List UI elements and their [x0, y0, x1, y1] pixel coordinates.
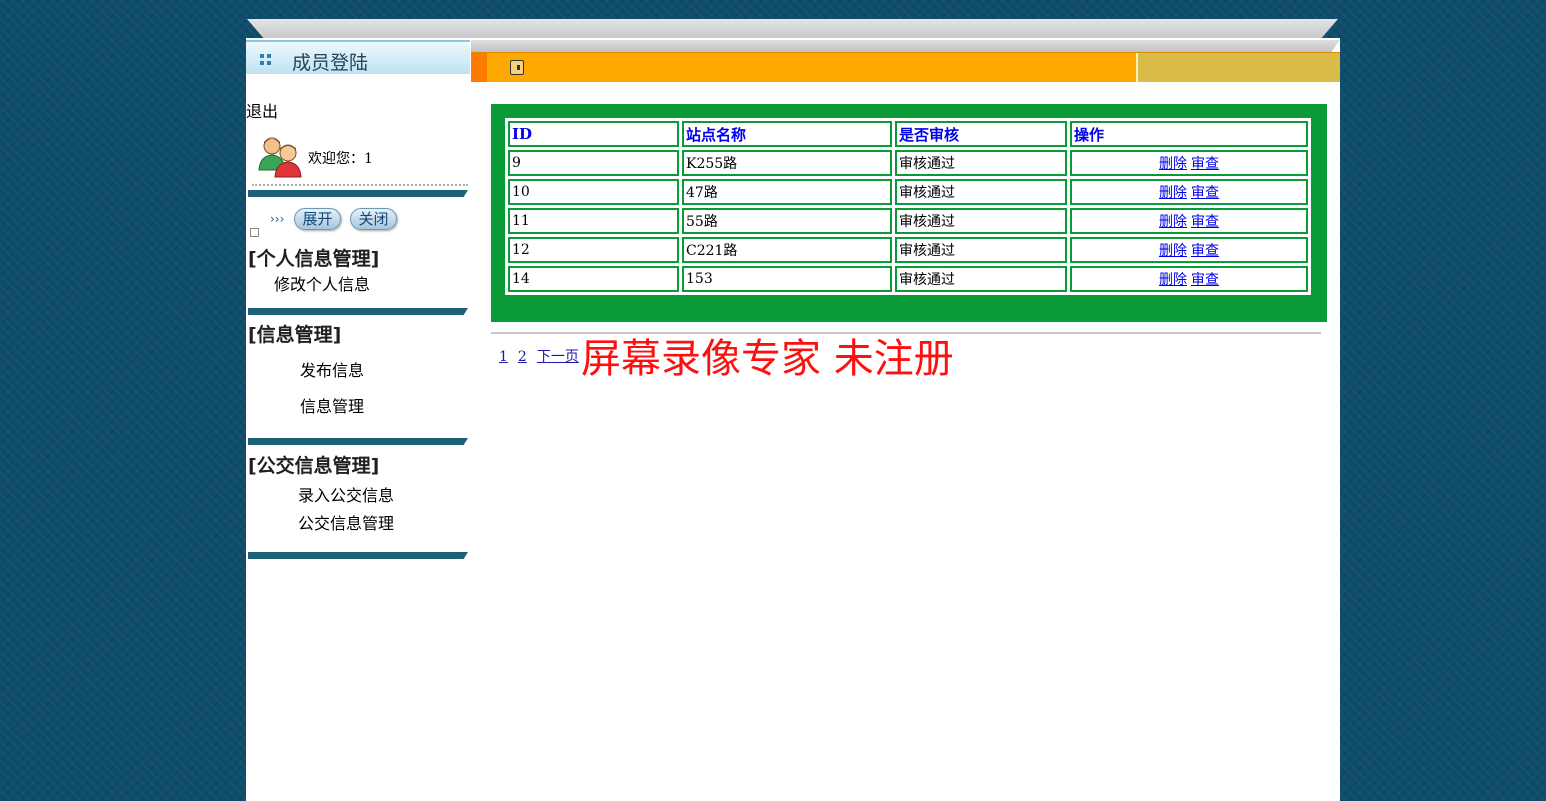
main-bevel-bar [471, 40, 1340, 52]
section-title-bus[interactable]: [公交信息管理] [248, 451, 379, 478]
section-separator [248, 438, 468, 445]
toolbar-segment [1136, 53, 1340, 82]
delete-link[interactable]: 删除 [1159, 243, 1187, 259]
login-header: 成员登陆 [246, 40, 470, 74]
cell-actions: 删除 审查 [1070, 237, 1308, 263]
delete-link[interactable]: 删除 [1159, 156, 1187, 172]
column-header-actions: 操作 [1070, 121, 1308, 147]
cell-name: C221路 [682, 237, 892, 263]
section-separator [248, 308, 468, 315]
watermark-text: 屏幕录像专家 未注册 [581, 336, 954, 382]
table-header-row: ID 站点名称 是否审核 操作 [508, 121, 1308, 147]
menu-item-info-manage[interactable]: 信息管理 [300, 393, 364, 417]
page-link-2[interactable]: 2 [518, 349, 527, 365]
review-link[interactable]: 审查 [1191, 272, 1219, 288]
cell-id: 10 [508, 179, 679, 205]
menu-item-publish-info[interactable]: 发布信息 [300, 357, 364, 381]
cell-id: 14 [508, 266, 679, 292]
review-link[interactable]: 审查 [1191, 214, 1219, 230]
review-link[interactable]: 审查 [1191, 243, 1219, 259]
cell-actions: 删除 审查 [1070, 266, 1308, 292]
section-title-personal[interactable]: [个人信息管理] [248, 244, 379, 271]
column-header-status: 是否审核 [895, 121, 1067, 147]
cell-status: 审核通过 [895, 237, 1067, 263]
menu-item-edit-profile[interactable]: 修改个人信息 [274, 271, 370, 295]
login-title: 成员登陆 [292, 52, 369, 74]
cell-actions: 删除 审查 [1070, 179, 1308, 205]
expand-button[interactable]: 展开 [294, 208, 341, 230]
users-icon [258, 136, 302, 178]
section-separator [248, 190, 468, 197]
toolbar-bar [471, 52, 1340, 82]
page-link-1[interactable]: 1 [499, 349, 508, 365]
cell-name: 153 [682, 266, 892, 292]
menu-item-bus-manage[interactable]: 公交信息管理 [298, 510, 394, 534]
section-title-info[interactable]: [信息管理] [248, 320, 341, 347]
cell-name: K255路 [682, 150, 892, 176]
cell-actions: 删除 审查 [1070, 208, 1308, 234]
next-page-link[interactable]: 下一页 [537, 349, 579, 365]
cell-status: 审核通过 [895, 150, 1067, 176]
toolbar-accent [471, 53, 487, 82]
cell-name: 47路 [682, 179, 892, 205]
review-link[interactable]: 审查 [1191, 185, 1219, 201]
collapse-button[interactable]: 关闭 [350, 208, 397, 230]
delete-link[interactable]: 删除 [1159, 185, 1187, 201]
cell-status: 审核通过 [895, 208, 1067, 234]
table-row: 10 47路 审核通过 删除 审查 [508, 179, 1308, 205]
table-row: 9 K255路 审核通过 删除 审查 [508, 150, 1308, 176]
page-container: 成员登陆 退出 欢迎您：1 ››› 展开 关闭 [个人信息管理] 修改个人信息 … [246, 38, 1340, 801]
table-row: 11 55路 审核通过 删除 审查 [508, 208, 1308, 234]
top-bevel-bar [247, 19, 1338, 38]
main-content: ID 站点名称 是否审核 操作 9 K255路 审核通过 删除 审查 10 47… [471, 38, 1340, 801]
cell-id: 11 [508, 208, 679, 234]
table-row: 12 C221路 审核通过 删除 审查 [508, 237, 1308, 263]
divider [252, 184, 468, 186]
sidebar: 成员登陆 退出 欢迎您：1 ››› 展开 关闭 [个人信息管理] 修改个人信息 … [246, 38, 470, 801]
column-header-name: 站点名称 [682, 121, 892, 147]
cell-id: 9 [508, 150, 679, 176]
cell-name: 55路 [682, 208, 892, 234]
cell-actions: 删除 审查 [1070, 150, 1308, 176]
review-link[interactable]: 审查 [1191, 156, 1219, 172]
grid-icon [260, 54, 272, 66]
welcome-text: 欢迎您：1 [308, 151, 373, 167]
cell-id: 12 [508, 237, 679, 263]
cell-status: 审核通过 [895, 179, 1067, 205]
menu-item-add-bus[interactable]: 录入公交信息 [298, 482, 394, 506]
column-header-id: ID [508, 121, 679, 147]
cell-status: 审核通过 [895, 266, 1067, 292]
delete-link[interactable]: 删除 [1159, 214, 1187, 230]
table-row: 14 153 审核通过 删除 审查 [508, 266, 1308, 292]
delete-link[interactable]: 删除 [1159, 272, 1187, 288]
pagination: 1 2 下一页 [499, 346, 589, 366]
table-frame: ID 站点名称 是否审核 操作 9 K255路 审核通过 删除 审查 10 47… [491, 104, 1327, 322]
section-separator [248, 552, 468, 559]
collapse-box-icon [250, 228, 259, 237]
arrows-icon: ››› [270, 212, 285, 226]
document-icon [510, 60, 524, 75]
sites-table: ID 站点名称 是否审核 操作 9 K255路 审核通过 删除 审查 10 47… [505, 118, 1311, 295]
logout-link[interactable]: 退出 [246, 98, 278, 122]
